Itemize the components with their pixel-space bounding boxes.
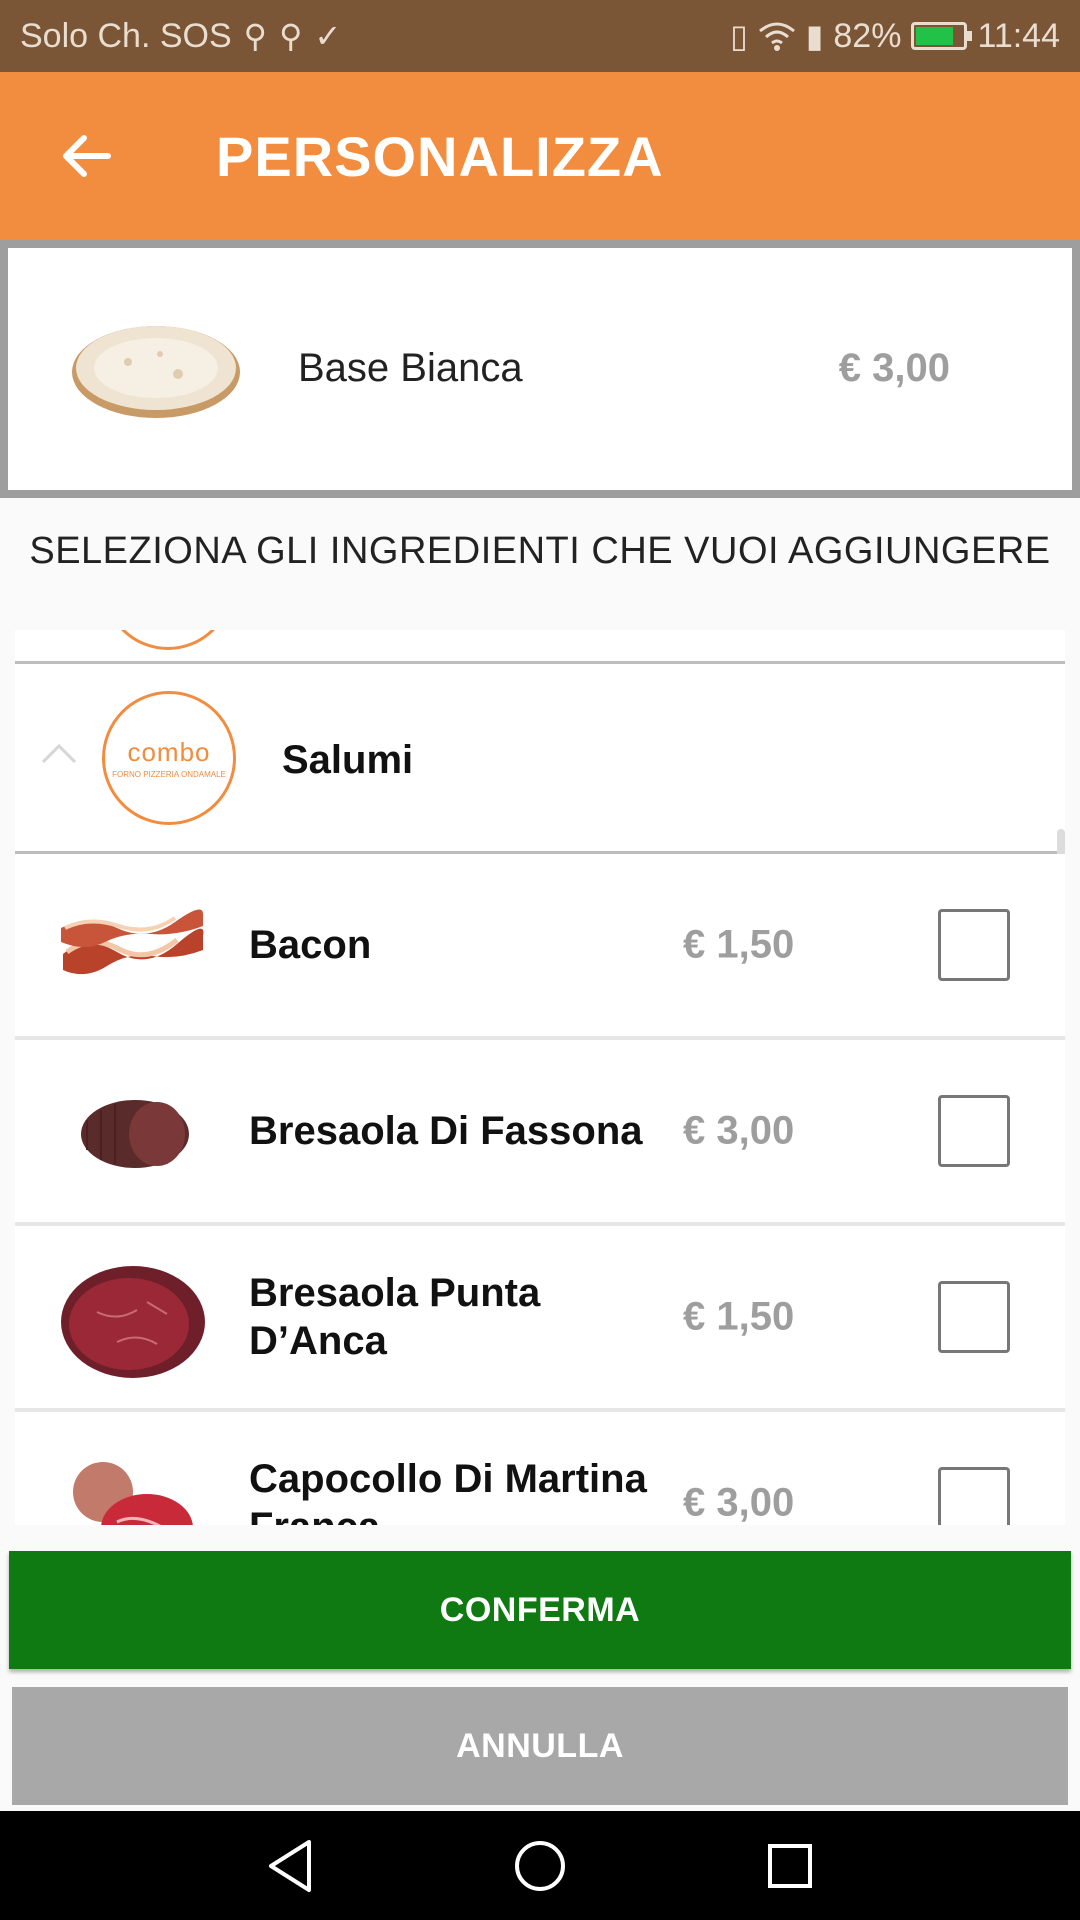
ingredient-price: € 1,50 bbox=[683, 922, 795, 967]
nav-recents-icon bbox=[768, 1843, 812, 1888]
battery-level bbox=[916, 27, 954, 45]
nav-back-icon bbox=[269, 1839, 311, 1892]
product-card-frame: Base Bianca € 3,00 bbox=[0, 240, 1080, 498]
ingredient-row[interactable]: Capocollo Di Martina Franca € 3,00 bbox=[15, 1412, 1065, 1525]
page-title: PERSONALIZZA bbox=[216, 124, 664, 188]
capocollo-image bbox=[73, 1462, 193, 1525]
clock: 11:44 bbox=[977, 16, 1060, 55]
ingredient-name: Bresaola Di Fassona bbox=[249, 1109, 643, 1153]
ingredient-price: € 3,00 bbox=[683, 1480, 795, 1525]
usb-icon: ⚲ bbox=[243, 18, 268, 54]
nav-home-icon bbox=[515, 1840, 565, 1891]
carrier-label: Solo Ch. SOS bbox=[20, 16, 232, 55]
confirm-button[interactable]: CONFERMA bbox=[9, 1551, 1071, 1669]
bresaola-image bbox=[81, 1100, 189, 1168]
ingredient-name: Bresaola Punta D’Anca bbox=[249, 1271, 541, 1363]
ingredient-checkbox[interactable] bbox=[938, 909, 1010, 981]
category-header-salumi[interactable]: combo FORNO PIZZERIA ONDAMALE Salumi bbox=[15, 664, 1065, 929]
product-card: Base Bianca € 3,00 bbox=[8, 248, 1072, 490]
logo-text: combo bbox=[127, 737, 211, 767]
nav-recents-button[interactable] bbox=[760, 1836, 820, 1896]
battery-icon bbox=[911, 22, 973, 50]
category-logo: combo FORNO PIZZERIA ONDAMALE bbox=[102, 691, 236, 825]
pizza-base-image bbox=[72, 326, 240, 418]
battery-percent: 82% bbox=[833, 16, 902, 55]
vibrate-icon: ▯ bbox=[730, 18, 748, 54]
wifi-icon bbox=[758, 22, 795, 51]
cancel-button[interactable]: ANNULLA bbox=[12, 1687, 1068, 1805]
bacon-image bbox=[61, 909, 204, 975]
nav-home-button[interactable] bbox=[510, 1836, 570, 1896]
category-name: Salumi bbox=[282, 738, 414, 782]
app-bar: PERSONALIZZA bbox=[0, 72, 1080, 240]
instructions-text: SELEZIONA GLI INGREDIENTI CHE VUOI AGGIU… bbox=[29, 530, 1051, 572]
ingredient-row[interactable]: Bresaola Punta D’Anca € 1,50 bbox=[15, 1226, 1065, 1412]
arrow-back-icon bbox=[63, 135, 111, 177]
product-price: € 3,00 bbox=[838, 346, 950, 390]
nav-back-button[interactable] bbox=[260, 1836, 320, 1896]
product-name: Base Bianca bbox=[298, 346, 523, 390]
ingredient-list[interactable]: combo FORNO PIZZERIA ONDAMALE Salumi Bac… bbox=[15, 630, 1065, 1525]
usb-icon-2: ⚲ bbox=[279, 18, 303, 54]
ingredient-checkbox[interactable] bbox=[938, 1095, 1010, 1167]
ingredient-checkbox[interactable] bbox=[938, 1281, 1010, 1353]
ingredient-row[interactable]: Bresaola Di Fassona € 3,00 bbox=[15, 1040, 1065, 1226]
ingredient-checkbox[interactable] bbox=[938, 1467, 1010, 1525]
logo-subtext: FORNO PIZZERIA ONDAMALE bbox=[112, 770, 226, 779]
previous-category-logo bbox=[103, 630, 233, 650]
download-done-icon: ✓ bbox=[314, 18, 342, 54]
previous-category-header[interactable] bbox=[15, 630, 1065, 664]
chevron-up-icon[interactable] bbox=[39, 734, 79, 774]
battery-alert-icon: ▮ bbox=[805, 18, 824, 54]
ingredient-row[interactable]: Bacon € 1,50 bbox=[15, 854, 1065, 1040]
ingredient-price: € 3,00 bbox=[683, 1108, 795, 1153]
back-button[interactable] bbox=[36, 106, 136, 206]
ingredient-price: € 1,50 bbox=[683, 1294, 795, 1339]
ingredient-name: Bacon bbox=[249, 923, 372, 967]
ingredient-items: Bacon € 1,50 Bresaola Di Fassona € 3,00 bbox=[15, 854, 1065, 1525]
status-bar: Solo Ch. SOS ⚲ ⚲ ✓ ▯ ▮ 82% 11:44 bbox=[0, 0, 1080, 72]
ingredient-name: Capocollo Di Martina Franca bbox=[249, 1457, 647, 1525]
system-nav-bar bbox=[0, 1811, 1080, 1920]
bresaola-punta-image bbox=[61, 1266, 205, 1378]
